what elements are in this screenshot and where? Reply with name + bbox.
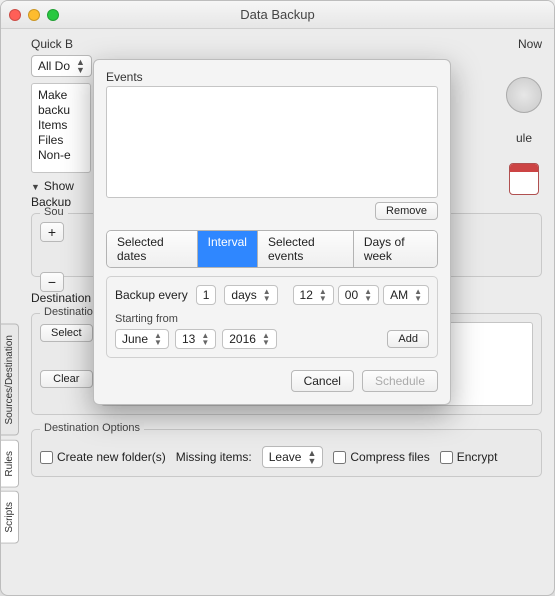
select-dest-button[interactable]: Select bbox=[40, 324, 93, 342]
chevron-updown-icon: ▲▼ bbox=[263, 288, 271, 302]
events-listbox[interactable] bbox=[106, 86, 438, 198]
tab-selected-events[interactable]: Selected events bbox=[257, 231, 353, 267]
window-title: Data Backup bbox=[1, 7, 554, 22]
missing-select[interactable]: Leave ▲▼ bbox=[262, 446, 324, 468]
compress-checkbox[interactable]: Compress files bbox=[333, 450, 429, 464]
schedule-sheet: Events Remove Selected dates Interval Se… bbox=[93, 59, 451, 405]
tab-rules[interactable]: Rules bbox=[1, 440, 19, 488]
folder-select-value: All Do bbox=[38, 59, 70, 73]
remove-source-button[interactable]: − bbox=[41, 273, 63, 291]
missing-label: Missing items: bbox=[176, 450, 252, 464]
dest-opts-label: Destination Options bbox=[40, 422, 144, 434]
day-stepper[interactable]: 13▲▼ bbox=[175, 329, 216, 349]
schedule-tabs: Selected dates Interval Selected events … bbox=[106, 230, 438, 268]
year-stepper[interactable]: 2016▲▼ bbox=[222, 329, 277, 349]
ampm-stepper[interactable]: AM▲▼ bbox=[383, 285, 429, 305]
month-select[interactable]: June▲▼ bbox=[115, 329, 169, 349]
source-group-label: Sou bbox=[40, 206, 68, 218]
schedule-button[interactable]: Schedule bbox=[362, 370, 438, 392]
disk-icon bbox=[506, 77, 542, 113]
backup-list[interactable]: Make backu Items Files Non-e bbox=[31, 83, 91, 173]
encrypt-checkbox[interactable]: Encrypt bbox=[440, 450, 498, 464]
tab-sources-destination[interactable]: Sources/Destination bbox=[1, 324, 19, 436]
ule-label: ule bbox=[516, 131, 532, 145]
add-source-button[interactable]: + bbox=[41, 223, 63, 241]
cancel-button[interactable]: Cancel bbox=[291, 370, 354, 392]
now-label: Now bbox=[518, 37, 542, 51]
create-folder-checkbox[interactable]: Create new folder(s) bbox=[40, 450, 166, 464]
chevron-updown-icon: ▲▼ bbox=[307, 449, 316, 465]
source-remove[interactable]: − bbox=[40, 272, 64, 292]
hour-stepper[interactable]: 12▲▼ bbox=[293, 285, 334, 305]
calendar-icon bbox=[509, 163, 539, 195]
events-label: Events bbox=[106, 70, 438, 84]
clear-dest-button[interactable]: Clear bbox=[40, 370, 93, 388]
backup-every-label: Backup every bbox=[115, 288, 188, 302]
remove-event-button[interactable]: Remove bbox=[375, 202, 438, 220]
tab-scripts[interactable]: Scripts bbox=[1, 491, 19, 544]
starting-from-label: Starting from bbox=[115, 313, 429, 325]
unit-select[interactable]: days▲▼ bbox=[224, 285, 277, 305]
tab-selected-dates[interactable]: Selected dates bbox=[107, 231, 197, 267]
titlebar: Data Backup bbox=[1, 1, 554, 29]
folder-select[interactable]: All Do ▲▼ bbox=[31, 55, 92, 77]
source-add-remove[interactable]: + bbox=[40, 222, 64, 242]
tab-interval[interactable]: Interval bbox=[197, 231, 257, 267]
missing-value: Leave bbox=[269, 450, 302, 464]
chevron-updown-icon: ▲▼ bbox=[76, 58, 85, 74]
add-interval-button[interactable]: Add bbox=[387, 330, 429, 348]
quick-label: Quick B bbox=[31, 37, 73, 51]
minute-stepper[interactable]: 00▲▼ bbox=[338, 285, 379, 305]
every-value-stepper[interactable]: 1 bbox=[196, 285, 217, 305]
tab-days-of-week[interactable]: Days of week bbox=[353, 231, 437, 267]
